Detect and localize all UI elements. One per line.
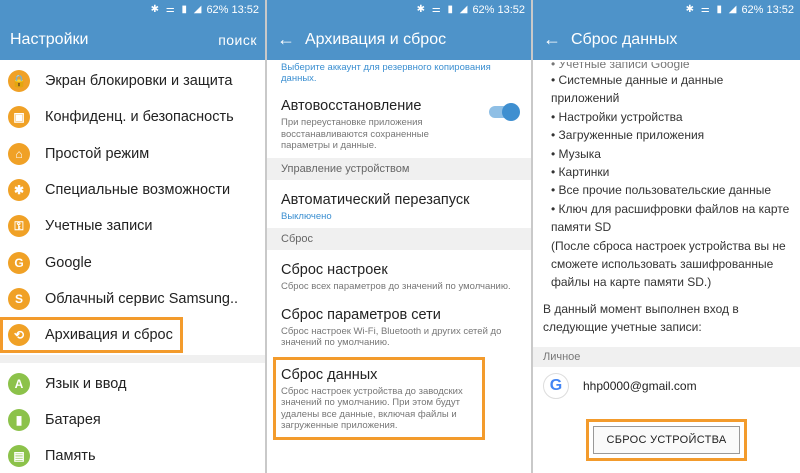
key-icon: ⚿ [8,215,30,238]
clock: 13:52 [766,3,794,16]
accounts-text: В данный момент выполнен вход в следующи… [543,301,739,335]
page-title: Архивация и сброс [305,30,447,48]
reset-network-title: Сброс параметров сети [281,306,441,323]
app-bar: ← Сброс данных [533,19,800,60]
settings-item[interactable]: A Язык и ввод [0,365,265,401]
status-bar: ✱ ⚌ ▮ ◢ 62% 13:52 [0,0,265,19]
autorestore-item[interactable]: Автовосстановление При переустановке при… [275,84,523,158]
data-list-item: • Загруженные приложения [551,128,705,143]
settings-item-label: Архивация и сброс [45,327,173,344]
reset-device-button[interactable]: СБРОС УСТРОЙСТВА [593,425,740,454]
reset-settings-title: Сброс настроек [281,262,388,278]
data-list-item: • Системные данные и данные приложений [551,73,724,106]
back-arrow-icon[interactable]: ← [277,29,295,50]
factory-reset-panel: ✱ ⚌ ▮ ◢ 62% 13:52 ← Сброс данных • Учетн… [533,0,800,473]
status-bar: ✱ ⚌ ▮ ◢ 62% 13:52 [533,0,800,19]
data-list-item: • Музыка [551,146,601,161]
autorestart-item[interactable]: Автоматический перезапуск Выключено [275,180,523,229]
settings-item-label: Язык и ввод [45,375,127,392]
settings-item[interactable]: ✱ Специальные возможности [0,172,265,208]
settings-item[interactable]: ▤ Память [0,438,265,473]
data-list: • Системные данные и данные приложений • … [543,71,792,237]
data-list-item: • Настройки устройства [551,109,683,124]
clock: 13:52 [231,3,259,16]
status-icons: ✱ ⚌ ▮ ◢ [416,4,470,15]
accessibility-icon: ✱ [8,179,30,202]
settings-item[interactable]: S Облачный сервис Samsung.. [0,281,265,317]
page-title: Настройки [10,30,89,48]
autorestore-desc: При переустановке приложения восстанавли… [281,117,429,151]
settings-item-label: Конфиденц. и безопасность [45,109,234,126]
settings-item-label: Облачный сервис Samsung.. [45,290,239,307]
backup-account-note[interactable]: Выберите аккаунт для резервного копирова… [275,62,523,84]
language-icon: A [8,372,30,395]
backup-icon: ⟲ [8,324,30,347]
settings-item-label: Учетные записи [45,218,153,235]
settings-item[interactable]: G Google [0,244,265,280]
back-arrow-icon[interactable]: ← [543,29,561,50]
status-icons: ✱ ⚌ ▮ ◢ [150,4,204,15]
reset-info: • Учетные записи Google • Системные данн… [533,60,800,337]
settings-panel: ✱ ⚌ ▮ ◢ 62% 13:52 Настройки поиск 🔒 Экран… [0,0,265,473]
google-icon: G [8,251,30,274]
shield-icon: ▣ [8,106,30,129]
factory-reset-desc: Сброс настроек устройства до заводских з… [281,385,463,432]
reset-network-item[interactable]: Сброс параметров сети Сброс настроек Wi-… [275,299,523,355]
data-list-item: • Все прочие пользовательские данные [551,183,772,198]
reset-settings-desc: Сброс всех параметров до значений по умо… [281,281,511,292]
home-icon: ⌂ [8,142,30,165]
factory-reset-item[interactable]: Сброс данных Сброс настроек устройства д… [273,356,485,440]
app-bar: ← Архивация и сброс [267,19,531,60]
settings-item[interactable]: ▮ Батарея [0,402,265,438]
search-button[interactable]: поиск [218,32,257,48]
reset-settings-item[interactable]: Сброс настроек Сброс всех параметров до … [275,250,523,299]
sd-card-note: (После сброса настроек устройства вы не … [551,238,786,290]
settings-item-label: Google [45,254,92,271]
menu-divider [0,355,265,364]
autorestart-status: Выключено [281,210,332,222]
factory-reset-title: Сброс данных [281,366,378,383]
page-title: Сброс данных [571,30,678,48]
backup-reset-panel: ✱ ⚌ ▮ ◢ 62% 13:52 ← Архивация и сброс Вы… [267,0,531,473]
lock-icon: 🔒 [8,70,30,93]
status-bar: ✱ ⚌ ▮ ◢ 62% 13:52 [267,0,531,19]
settings-item-label: Простой режим [45,145,150,162]
reset-device-highlight: СБРОС УСТРОЙСТВА [586,418,747,461]
battery-level: 62% [206,3,229,16]
settings-item-label: Батарея [45,411,101,428]
reset-network-desc: Сброс настроек Wi-Fi, Bluetooth и других… [281,325,502,349]
samsung-cloud-icon: S [8,287,30,310]
battery-level: 62% [741,3,764,16]
autorestore-toggle[interactable] [489,103,520,121]
section-reset: Сброс [267,228,531,250]
settings-item[interactable]: 🔒 Экран блокировки и защита [0,63,265,99]
app-bar: Настройки поиск [0,19,265,60]
data-list-item: • Картинки [551,165,610,180]
storage-icon: ▤ [8,445,30,468]
clock: 13:52 [497,3,525,16]
settings-item-label: Экран блокировки и защита [45,73,233,90]
google-icon: G [543,372,569,399]
autorestore-title: Автовосстановление [281,98,422,114]
settings-item-label: Специальные возможности [45,182,231,199]
data-list-item: • Ключ для расшифровки файлов на карте п… [551,201,790,235]
settings-item[interactable]: ⌂ Простой режим [0,136,265,172]
status-icons: ✱ ⚌ ▮ ◢ [685,4,739,15]
battery-icon: ▮ [8,408,30,431]
settings-item[interactable]: ⟲ Архивация и сброс [0,317,183,354]
section-device-management: Управление устройством [267,157,531,180]
account-email: hhp0000@gmail.com [583,378,697,393]
account-row: G hhp0000@gmail.com [533,367,800,405]
partial-bullet: • Учетные записи Google [551,62,690,71]
settings-item[interactable]: ⚿ Учетные записи [0,208,265,244]
battery-level: 62% [472,3,495,16]
settings-menu: 🔒 Экран блокировки и защита ▣ Конфиденц. и … [0,60,265,473]
autorestart-title: Автоматический перезапуск [281,191,470,208]
settings-item[interactable]: ▣ Конфиденц. и безопасность [0,99,265,135]
section-personal: Личное [533,346,800,367]
settings-item-label: Память [45,448,96,465]
